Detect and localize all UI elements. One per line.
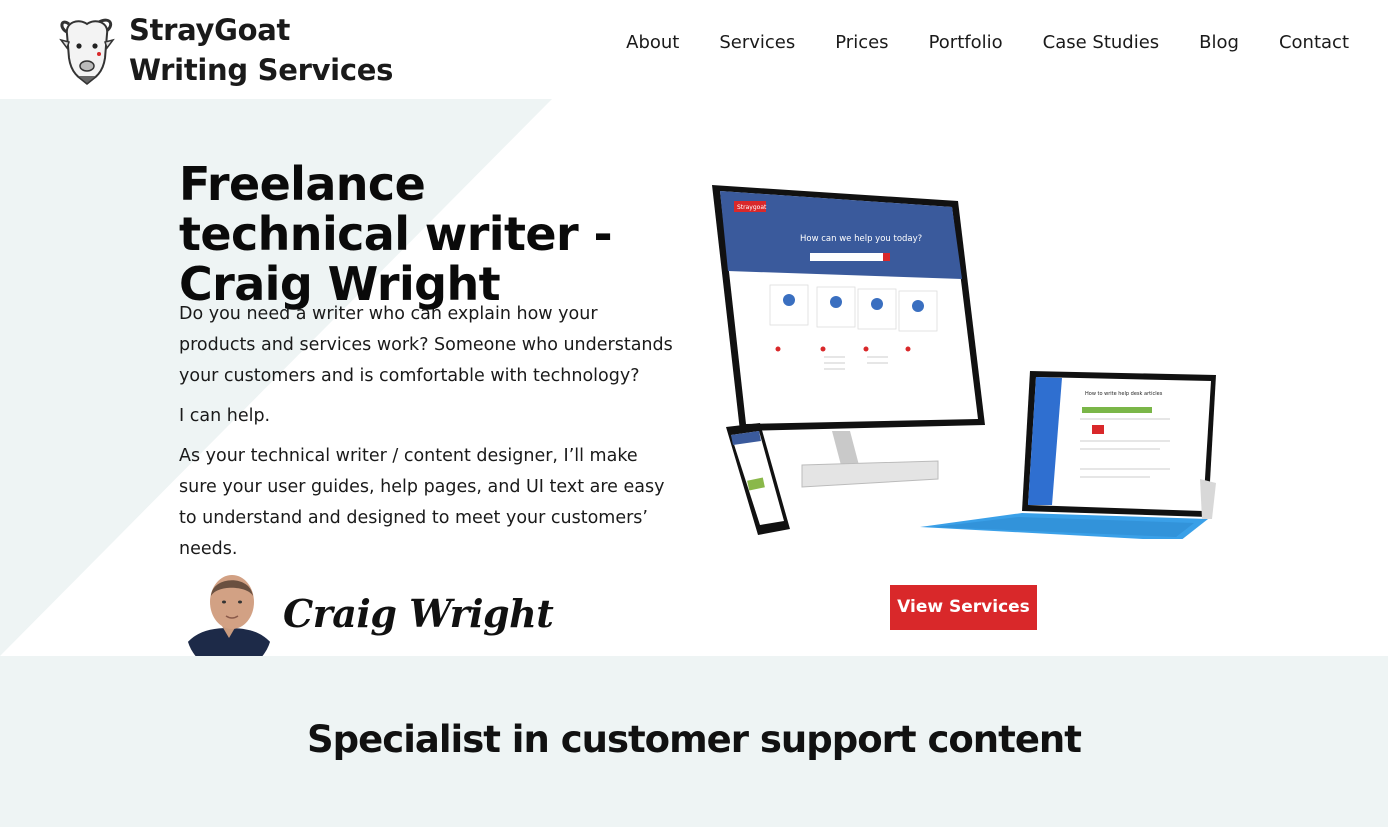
- specialist-section: Specialist in customer support content: [0, 656, 1388, 827]
- nav-portfolio[interactable]: Portfolio: [929, 32, 1003, 54]
- author-portrait: [186, 566, 272, 656]
- nav-services[interactable]: Services: [719, 32, 795, 54]
- brand-name: StrayGoat Writing Services: [129, 10, 393, 90]
- author-signature: Craig Wright: [283, 591, 554, 636]
- device-mockup-illustration: Straygoat How can we help you today? How…: [712, 185, 1216, 539]
- brand-name-line1: StrayGoat: [129, 13, 291, 47]
- specialist-heading: Specialist in customer support content: [307, 718, 1082, 761]
- goat-logo-icon: [59, 18, 115, 85]
- hero-title: Freelance technical writer - Craig Wrigh…: [179, 157, 613, 311]
- site-header: StrayGoat Writing Services About Service…: [0, 0, 1388, 99]
- hero-section: Freelance technical writer - Craig Wrigh…: [0, 99, 1388, 656]
- monitor-logo-text: Straygoat: [737, 204, 767, 211]
- view-services-button[interactable]: View Services: [890, 585, 1037, 630]
- tablet-heading-text: How to write help desk articles: [1085, 391, 1163, 397]
- hero-copy: Do you need a writer who can explain how…: [179, 299, 679, 574]
- main-nav: About Services Prices Portfolio Case Stu…: [626, 32, 1349, 54]
- phone-device: [726, 423, 790, 535]
- nav-blog[interactable]: Blog: [1199, 32, 1239, 54]
- hero-paragraph-2: I can help.: [179, 406, 271, 426]
- brand-name-line2: Writing Services: [129, 53, 394, 87]
- hero-paragraph-1: Do you need a writer who can explain how…: [179, 304, 673, 386]
- nav-about[interactable]: About: [626, 32, 679, 54]
- monitor-heading-text: How can we help you today?: [800, 234, 922, 244]
- nav-case-studies[interactable]: Case Studies: [1043, 32, 1160, 54]
- nav-contact[interactable]: Contact: [1279, 32, 1349, 54]
- hero-paragraph-3: As your technical writer / content desig…: [179, 446, 665, 559]
- logo[interactable]: StrayGoat Writing Services: [55, 10, 393, 90]
- nav-prices[interactable]: Prices: [835, 32, 888, 54]
